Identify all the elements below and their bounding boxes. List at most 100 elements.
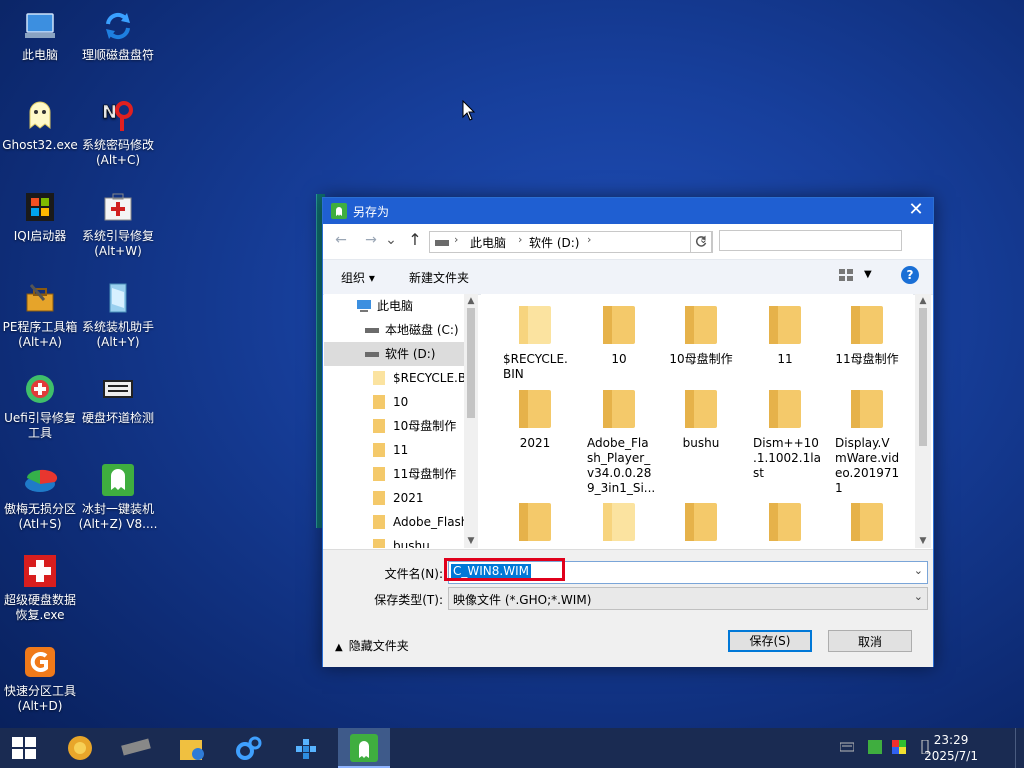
chevron-down-icon[interactable]: ⌄ [914, 590, 923, 603]
refresh-icon[interactable] [690, 231, 712, 253]
system-clock[interactable]: 23:29 2025/7/1 [924, 732, 978, 764]
taskbar-app-pe-toolbox[interactable] [54, 728, 106, 768]
back-arrow-icon[interactable]: ← [331, 232, 351, 248]
desktop-icon-boot-repair[interactable]: 系统引导修复 (Alt+W) [78, 189, 158, 259]
desktop-icon-label: 冰封一键装机 (Alt+Z) V8.... [78, 502, 158, 531]
tree-item-drive-d[interactable]: 软件 (D:) [324, 342, 464, 366]
keyboard-icon[interactable] [840, 740, 854, 754]
tree-item-folder[interactable]: bushu [324, 534, 464, 548]
file-item[interactable]: 11母盘制作 [827, 302, 907, 367]
tree-item-folder[interactable]: 10 [324, 390, 464, 414]
file-item[interactable] [661, 499, 741, 548]
taskbar-app-tools[interactable] [166, 728, 218, 768]
up-arrow-icon[interactable]: ↑ [405, 232, 425, 248]
file-item[interactable]: Dism++10 .1.1002.1la st [745, 386, 825, 481]
chevron-down-icon[interactable]: ⌄ [381, 232, 401, 248]
save-button[interactable]: 保存(S) [728, 630, 812, 652]
folder-icon [373, 491, 385, 505]
desktop-icon-ghost32[interactable]: Ghost32.exe [0, 98, 80, 153]
filetype-value: 映像文件 (*.GHO;*.WIM) [453, 593, 592, 607]
tree-item-label: 10 [393, 395, 409, 409]
new-folder-button[interactable]: 新建文件夹 [409, 269, 469, 286]
dialog-titlebar[interactable]: 另存为 ✕ [323, 198, 933, 224]
breadcrumb-this-pc[interactable]: 此电脑 [470, 234, 506, 251]
file-item[interactable]: 2021 [495, 386, 575, 451]
show-desktop-button[interactable] [1015, 728, 1024, 768]
folder-icon [767, 386, 803, 430]
ghost-installer-tray-icon[interactable] [868, 740, 882, 754]
file-name: $RECYCLE. BIN [503, 352, 568, 381]
forward-arrow-icon[interactable]: → [361, 232, 381, 248]
desktop-icon-uefi-repair[interactable]: Uefi引导修复 工具 [0, 371, 80, 441]
clock-time: 23:29 [933, 733, 969, 747]
organize-menu[interactable]: 组织 ▾ [341, 269, 375, 286]
file-item[interactable]: 11 [745, 302, 825, 367]
tree-scrollbar[interactable]: ▲ ▼ [464, 294, 478, 548]
folder-icon [683, 302, 719, 346]
tree-item-folder[interactable]: Adobe_Flash [324, 510, 464, 534]
breadcrumb-drive[interactable]: 软件 (D:) [529, 234, 579, 251]
desktop-icon-drive-letter[interactable]: 理顺磁盘盘符 [78, 8, 158, 63]
address-bar[interactable]: › 此电脑 › 软件 (D:) › ⌄ [429, 231, 713, 253]
files-scrollbar[interactable]: ▲ ▼ [915, 294, 931, 548]
tree-item-label: 11 [393, 443, 409, 457]
desktop-icon-password[interactable]: N 系统密码修改 (Alt+C) [78, 98, 158, 168]
scroll-up-arrow-icon[interactable]: ▲ [915, 296, 931, 306]
desktop-icon-pe-toolbox[interactable]: PE程序工具箱 (Alt+A) [0, 280, 80, 350]
scrollbar-thumb[interactable] [467, 308, 475, 418]
taskbar-app-one-click-install[interactable] [338, 728, 390, 768]
search-input[interactable] [719, 230, 902, 251]
tree-item-this-pc[interactable]: 此电脑 [324, 294, 464, 318]
tree-item-folder[interactable]: 11母盘制作 [324, 462, 464, 486]
desktop-icon-partition[interactable]: 傲梅无损分区 (Atl+S) [0, 462, 80, 532]
tree-item-folder[interactable]: 10母盘制作 [324, 414, 464, 438]
scrollbar-thumb[interactable] [919, 308, 927, 446]
tree-item-folder[interactable]: $RECYCLE.BIN [324, 366, 464, 390]
tree-item-label: bushu [393, 539, 430, 548]
file-item[interactable] [827, 499, 907, 548]
desktop-icon-iqi[interactable]: IQI启动器 [0, 189, 80, 244]
file-item[interactable] [495, 499, 575, 548]
display-color-icon[interactable] [892, 740, 906, 754]
file-item[interactable]: Adobe_Fla sh_Player_ v34.0.0.28 9_3in1_S… [579, 386, 659, 496]
desktop-icon-label: PE程序工具箱 (Alt+A) [2, 320, 78, 349]
filename-label: 文件名(N): [384, 567, 443, 581]
install-assistant-icon [100, 280, 136, 316]
file-item[interactable] [579, 499, 659, 548]
start-button[interactable] [0, 728, 48, 768]
desktop-icon-label: 系统引导修复 (Alt+W) [81, 229, 154, 258]
desktop-icon-install-assistant[interactable]: 系统装机助手 (Alt+Y) [78, 280, 158, 350]
scroll-down-arrow-icon[interactable]: ▼ [464, 536, 478, 546]
folder-icon [601, 499, 637, 543]
taskbar-app-settings[interactable] [222, 728, 274, 768]
hide-folders-toggle[interactable]: ▲ 隐藏文件夹 [335, 637, 409, 654]
tree-item-folder[interactable]: 11 [324, 438, 464, 462]
desktop-icon-this-pc[interactable]: 此电脑 [0, 8, 80, 63]
file-item[interactable]: Display.V mWare.vid eo.201971 1 [827, 386, 907, 496]
tree-item-drive-c[interactable]: 本地磁盘 (C:) [324, 318, 464, 342]
folder-icon [373, 539, 385, 548]
scroll-up-arrow-icon[interactable]: ▲ [464, 296, 478, 306]
tree-item-label: 软件 (D:) [385, 347, 436, 361]
desktop-icon-disk-check[interactable]: 硬盘坏道检测 [78, 371, 158, 426]
view-options-icon[interactable] [839, 269, 853, 281]
taskbar-app-network[interactable] [280, 728, 332, 768]
file-item[interactable]: bushu [661, 386, 741, 451]
filetype-select[interactable]: 映像文件 (*.GHO;*.WIM) ⌄ [448, 587, 928, 610]
view-dropdown-arrow[interactable]: ▼ [864, 269, 872, 280]
save-options-panel: 文件名(N): C_WIN8.WIM ⌄ 保存类型(T): 映像文件 (*.GH… [323, 549, 933, 667]
close-button[interactable]: ✕ [899, 198, 933, 224]
file-item[interactable]: 10 [579, 302, 659, 367]
file-item[interactable] [745, 499, 825, 548]
chevron-down-icon[interactable]: ⌄ [914, 564, 923, 577]
desktop-icon-quick-partition[interactable]: 快速分区工具 (Alt+D) [0, 644, 80, 714]
file-item[interactable]: 10母盘制作 [661, 302, 741, 367]
cancel-button[interactable]: 取消 [828, 630, 912, 652]
desktop-icon-one-click-install[interactable]: 冰封一键装机 (Alt+Z) V8.... [78, 462, 158, 532]
taskbar-app-memory[interactable] [110, 728, 162, 768]
tree-item-folder[interactable]: 2021 [324, 486, 464, 510]
scroll-down-arrow-icon[interactable]: ▼ [915, 536, 931, 546]
help-button[interactable]: ? [901, 266, 919, 284]
desktop-icon-data-recovery[interactable]: 超级硬盘数据 恢复.exe [0, 553, 80, 623]
file-item[interactable]: $RECYCLE. BIN [495, 302, 575, 382]
